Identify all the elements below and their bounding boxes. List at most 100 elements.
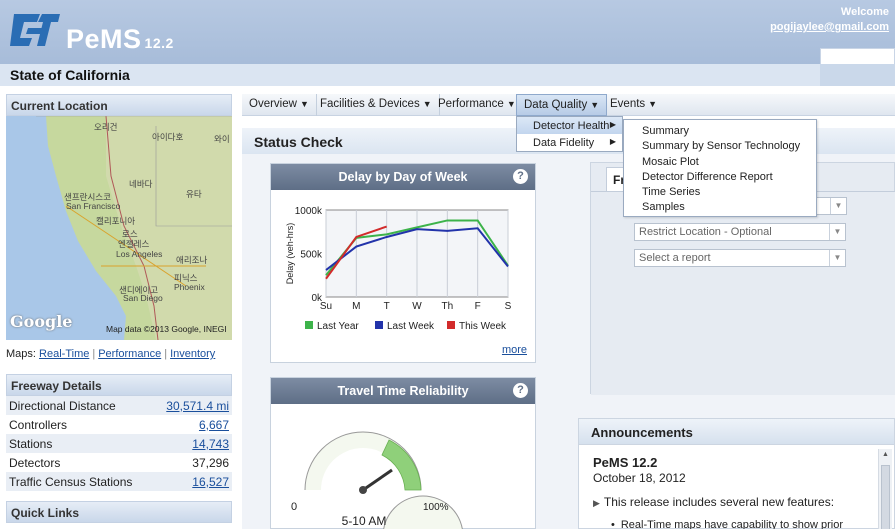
row-label: Detectors bbox=[9, 455, 61, 470]
menu-performance[interactable]: Performance ▼ bbox=[431, 94, 524, 116]
delay-chart: 0k500k1000kDelay (veh-hrs)Su M T W Th F SLast … bbox=[285, 206, 512, 332]
submenu-detector-health[interactable]: Detector Health ▶ bbox=[517, 117, 622, 134]
row-value-link[interactable]: 14,743 bbox=[192, 437, 229, 451]
help-icon[interactable]: ? bbox=[513, 169, 528, 184]
report-select[interactable]: Select a report ▼ bbox=[634, 249, 846, 267]
row-label: Controllers bbox=[9, 417, 68, 432]
map-label: 캘리포니아 bbox=[96, 216, 136, 226]
map-label: Los Angeles bbox=[116, 249, 163, 259]
menu-overview[interactable]: Overview ▼ bbox=[242, 94, 317, 116]
announcements-scrollbar[interactable]: ▲ bbox=[878, 449, 892, 529]
map-attribution: Map data ©2013 Google, INEGI bbox=[106, 324, 227, 334]
table-row: Detectors 37,296 bbox=[6, 453, 232, 472]
row-label: Traffic Census Stations bbox=[6, 472, 154, 491]
announcement-content: PeMS 12.2 October 18, 2012 ▶ This release… bbox=[593, 455, 873, 529]
x-tick-label: S bbox=[505, 301, 512, 312]
submenu-item-time-series[interactable]: Time Series bbox=[624, 185, 816, 200]
legend-label: Last Week bbox=[387, 321, 435, 332]
map-label: 유타 bbox=[186, 189, 202, 199]
legend-swatch bbox=[447, 321, 455, 329]
announcement-feature-toggle[interactable]: ▶ This release includes several new featu… bbox=[593, 495, 873, 509]
menu-events[interactable]: Events ▼ bbox=[603, 94, 664, 116]
submenu-item-summary[interactable]: Summary bbox=[624, 124, 816, 139]
caret-down-icon: ▼ bbox=[648, 99, 658, 109]
row-value-link[interactable]: 30,571.4 mi bbox=[166, 399, 229, 413]
scroll-up-icon[interactable]: ▲ bbox=[882, 451, 889, 458]
welcome-label: Welcome bbox=[840, 6, 889, 18]
welcome-block: Welcome pogijaylee@gmail.com bbox=[770, 6, 889, 33]
map-terrain bbox=[6, 116, 232, 340]
data-quality-submenu: Detector Health ▶ Data Fidelity ▶ bbox=[516, 116, 623, 152]
announcements-panel: Announcements PeMS 12.2 October 18, 2012… bbox=[578, 418, 895, 529]
scrollbar-thumb[interactable] bbox=[881, 465, 890, 529]
map-link-performance[interactable]: Performance bbox=[98, 348, 161, 360]
map-label: Phoenix bbox=[174, 282, 205, 292]
more-link[interactable]: more bbox=[502, 344, 527, 356]
y-tick-label: 1000k bbox=[295, 206, 323, 217]
table-row: Directional Distance 30,571.4 mi bbox=[6, 396, 232, 415]
app-title: PeMS 12.2 bbox=[66, 24, 174, 55]
help-icon[interactable]: ? bbox=[513, 383, 528, 398]
travel-time-widget: Travel Time Reliability ? 0 100% 5-10 AM bbox=[270, 377, 536, 529]
row-label: Stations bbox=[6, 434, 154, 453]
detector-health-submenu: Summary Summary by Sensor Technology Mos… bbox=[623, 119, 817, 217]
submenu-item-difference-report[interactable]: Detector Difference Report bbox=[624, 170, 816, 185]
select-placeholder: Select a report bbox=[639, 252, 711, 264]
status-check-title: Status Check bbox=[254, 134, 343, 150]
triangle-right-icon: ▶ bbox=[593, 498, 600, 508]
arrow-right-icon: ▶ bbox=[609, 137, 616, 146]
delay-widget-title: Delay by Day of Week ? bbox=[271, 164, 535, 190]
submenu-data-fidelity[interactable]: Data Fidelity ▶ bbox=[517, 134, 622, 151]
brand-version: 12.2 bbox=[144, 35, 174, 51]
menu-facilities-devices[interactable]: Facilities & Devices ▼ bbox=[313, 94, 440, 116]
map-label: 오리건 bbox=[94, 122, 118, 132]
caret-down-icon: ▼ bbox=[299, 99, 309, 109]
freeway-details-table: Directional Distance 30,571.4 mi Controll… bbox=[6, 396, 232, 491]
user-email-link[interactable]: pogijaylee@gmail.com bbox=[770, 21, 889, 33]
submenu-item-mosaic-plot[interactable]: Mosaic Plot bbox=[624, 155, 816, 170]
reliability-gauge: 0 100% 5-10 AM bbox=[291, 431, 463, 529]
widget-title-text: Delay by Day of Week bbox=[338, 170, 468, 184]
caret-down-icon: ▼ bbox=[590, 100, 600, 110]
row-value: 37,296 bbox=[192, 455, 229, 470]
caret-down-icon: ▼ bbox=[506, 99, 516, 109]
x-tick-label: Su bbox=[320, 301, 332, 312]
row-value-link[interactable]: 6,667 bbox=[199, 418, 229, 432]
state-title: State of California bbox=[10, 67, 130, 83]
freeway-form-body: ▼ Restrict Location - Optional ▼ Select a… bbox=[591, 191, 895, 395]
delay-widget: Delay by Day of Week ? 0k 500k 1000k Delay … bbox=[270, 163, 536, 363]
gauge-time-label: 5-10 AM bbox=[342, 514, 387, 528]
current-location-title: Current Location bbox=[6, 94, 232, 116]
menu-data-quality[interactable]: Data Quality ▼ bbox=[516, 94, 608, 116]
gauge-min-label: 0 bbox=[291, 501, 297, 513]
state-band: State of California bbox=[0, 64, 895, 86]
legend-swatch bbox=[305, 321, 313, 329]
legend-label: This Week bbox=[459, 321, 507, 332]
map-link-inventory[interactable]: Inventory bbox=[170, 348, 215, 360]
quick-links-title: Quick Links bbox=[6, 501, 232, 523]
bullet-icon: • bbox=[611, 519, 615, 529]
legend-swatch bbox=[375, 321, 383, 329]
widget-title-text: Travel Time Reliability bbox=[337, 384, 469, 398]
google-logo: Google bbox=[10, 312, 73, 331]
submenu-item-summary-by-sensor[interactable]: Summary by Sensor Technology bbox=[624, 139, 816, 154]
table-row: Traffic Census Stations 16,527 bbox=[6, 472, 232, 491]
brand-name: PeMS bbox=[66, 24, 142, 54]
announcement-bullet: • Real-Time maps have capability to show … bbox=[611, 519, 843, 529]
announcement-heading: PeMS 12.2 bbox=[593, 455, 658, 470]
select-placeholder: Restrict Location - Optional bbox=[639, 226, 772, 238]
main-menu-bar: Overview ▼ Facilities & Devices ▼ Performa… bbox=[242, 94, 895, 116]
map-link-realtime[interactable]: Real-Time bbox=[39, 348, 89, 360]
map-label: 애리조나 bbox=[176, 255, 208, 265]
chevron-down-icon: ▼ bbox=[829, 250, 845, 266]
freeway-details-title: Freeway Details bbox=[6, 374, 232, 396]
caltrans-logo[interactable] bbox=[10, 8, 62, 52]
row-value-link[interactable]: 16,527 bbox=[192, 475, 229, 489]
x-tick-label: F bbox=[475, 301, 481, 312]
y-axis-label: Delay (veh-hrs) bbox=[285, 223, 295, 285]
announcement-date: October 18, 2012 bbox=[593, 471, 686, 485]
location-map[interactable]: 오리건 아이다호 와이 네바다 유타 샌프란시스코 San Francisco … bbox=[6, 116, 232, 340]
submenu-item-samples[interactable]: Samples bbox=[624, 200, 816, 215]
x-tick-label: M bbox=[352, 301, 360, 312]
restrict-location-select[interactable]: Restrict Location - Optional ▼ bbox=[634, 223, 846, 241]
